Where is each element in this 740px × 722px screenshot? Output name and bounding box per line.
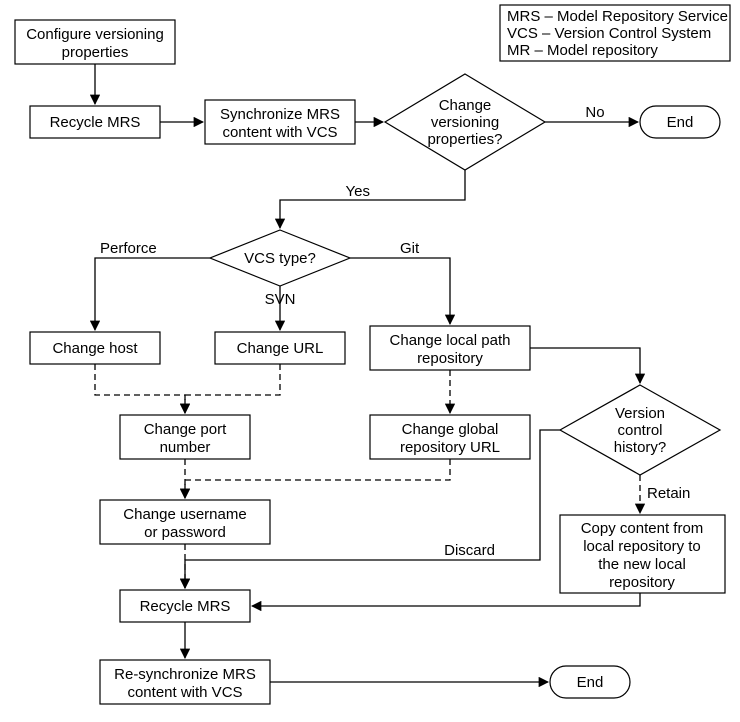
- edge-yes: [280, 170, 465, 228]
- node-change-user: Change username or password: [100, 500, 270, 544]
- node-q-change: Change versioning properties?: [385, 74, 545, 170]
- svg-text:versioning: versioning: [431, 114, 499, 131]
- svg-text:Re-synchronize MRS: Re-synchronize MRS: [114, 666, 256, 683]
- legend-box: MRS – Model Repository Service VCS – Ver…: [500, 5, 730, 61]
- label-no: No: [585, 104, 604, 121]
- svg-text:Synchronize MRS: Synchronize MRS: [220, 106, 340, 123]
- svg-text:Change URL: Change URL: [237, 340, 324, 357]
- label-git: Git: [400, 240, 420, 257]
- node-recycle-1: Recycle MRS: [30, 106, 160, 138]
- node-end-1: End: [640, 106, 720, 138]
- flowchart: MRS – Model Repository Service VCS – Ver…: [0, 0, 740, 722]
- svg-text:Version: Version: [615, 405, 665, 422]
- svg-text:Change host: Change host: [52, 340, 138, 357]
- svg-text:Change global: Change global: [402, 421, 499, 438]
- svg-text:Change local path: Change local path: [390, 332, 511, 349]
- edge: [185, 364, 280, 413]
- legend-line-1: MRS – Model Repository Service: [507, 8, 728, 25]
- svg-text:VCS type?: VCS type?: [244, 250, 316, 267]
- label-svn: SVN: [265, 291, 296, 308]
- svg-text:content with VCS: content with VCS: [127, 684, 242, 701]
- node-vcs-type: VCS type?: [210, 230, 350, 286]
- svg-text:Recycle MRS: Recycle MRS: [50, 114, 141, 131]
- node-change-port: Change port number: [120, 415, 250, 459]
- svg-text:End: End: [577, 674, 604, 691]
- label-discard: Discard: [444, 542, 495, 559]
- svg-text:local repository to: local repository to: [583, 538, 701, 555]
- node-change-host: Change host: [30, 332, 160, 364]
- svg-text:Change port: Change port: [144, 421, 227, 438]
- edge: [252, 593, 640, 606]
- svg-text:content with VCS: content with VCS: [222, 124, 337, 141]
- label-perforce: Perforce: [100, 240, 157, 257]
- svg-text:Change: Change: [439, 97, 492, 114]
- node-change-url: Change URL: [215, 332, 345, 364]
- svg-text:Configure versioning: Configure versioning: [26, 26, 164, 43]
- node-configure: Configure versioning properties: [15, 20, 175, 64]
- node-sync: Synchronize MRS content with VCS: [205, 100, 355, 144]
- label-yes: Yes: [346, 183, 370, 200]
- legend-line-2: VCS – Version Control System: [507, 25, 711, 42]
- svg-text:Copy content from: Copy content from: [581, 520, 704, 537]
- edge: [95, 364, 185, 413]
- legend-line-3: MR – Model repository: [507, 42, 658, 59]
- svg-text:history?: history?: [614, 439, 667, 456]
- svg-text:or password: or password: [144, 524, 226, 541]
- svg-text:repository URL: repository URL: [400, 439, 500, 456]
- svg-text:repository: repository: [609, 574, 675, 591]
- node-q-history: Version control history?: [560, 385, 720, 475]
- svg-text:the new local: the new local: [598, 556, 686, 573]
- svg-text:control: control: [617, 422, 662, 439]
- edge: [185, 459, 450, 498]
- node-resync: Re-synchronize MRS content with VCS: [100, 660, 270, 704]
- node-recycle-2: Recycle MRS: [120, 590, 250, 622]
- label-retain: Retain: [647, 485, 690, 502]
- svg-text:repository: repository: [417, 350, 483, 367]
- edge-git: [350, 258, 450, 324]
- node-end-2: End: [550, 666, 630, 698]
- node-change-global: Change global repository URL: [370, 415, 530, 459]
- edge: [530, 348, 640, 383]
- edge-perforce: [95, 258, 210, 330]
- svg-text:End: End: [667, 114, 694, 131]
- svg-text:properties: properties: [62, 44, 129, 61]
- node-copy: Copy content from local repository to th…: [560, 515, 725, 593]
- svg-text:Recycle MRS: Recycle MRS: [140, 598, 231, 615]
- svg-text:number: number: [160, 439, 211, 456]
- node-change-local: Change local path repository: [370, 326, 530, 370]
- svg-text:Change username: Change username: [123, 506, 246, 523]
- svg-text:properties?: properties?: [427, 131, 502, 148]
